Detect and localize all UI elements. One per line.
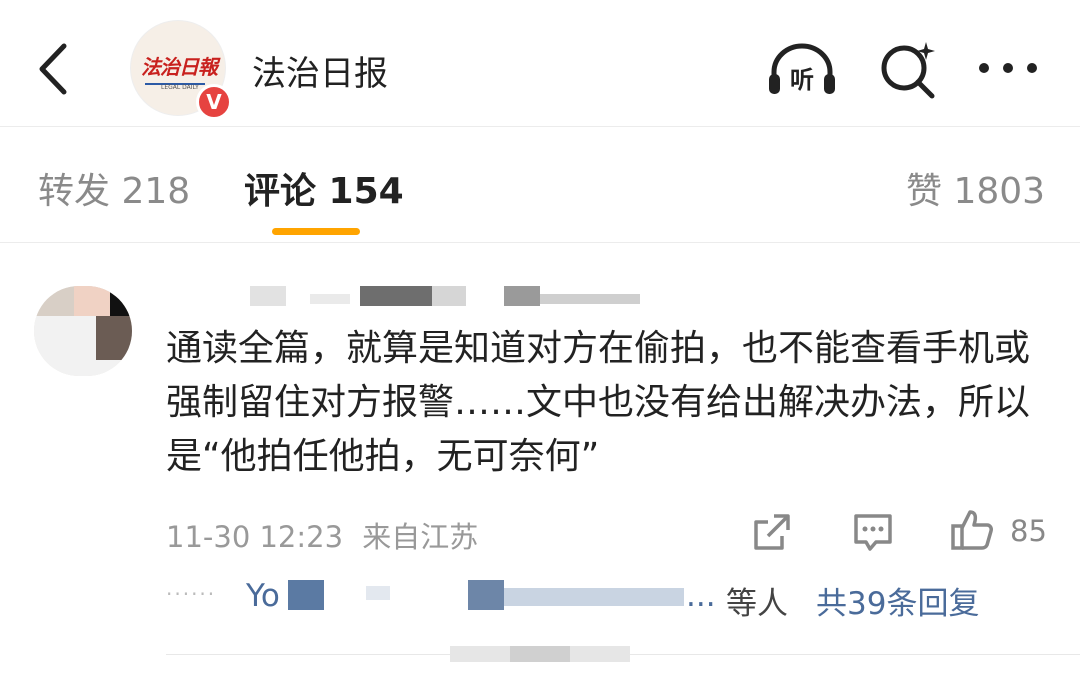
comment-meta: 11-30 12:23 来自江苏 bbox=[166, 514, 478, 556]
verified-badge: V bbox=[196, 84, 232, 120]
comment-icon[interactable] bbox=[852, 512, 894, 552]
account-name[interactable]: 法治日报 bbox=[252, 46, 388, 95]
tab-bar: 转发 218 评论 154 赞 1803 bbox=[0, 128, 1080, 242]
reply-suffix: 等人 bbox=[726, 586, 788, 622]
account-avatar[interactable]: 法治日報 LEGAL DAILY V bbox=[130, 20, 232, 120]
redacted-name-block bbox=[504, 588, 684, 606]
tab-comments[interactable]: 评论 154 bbox=[244, 162, 404, 214]
more-icon[interactable] bbox=[976, 56, 1040, 80]
comment-location: 来自江苏 bbox=[362, 520, 479, 554]
redacted-name-block bbox=[288, 580, 324, 610]
commenter-avatar[interactable] bbox=[34, 286, 132, 376]
listen-label: 听 bbox=[790, 66, 814, 94]
redacted-name-block bbox=[468, 580, 504, 610]
header-divider bbox=[0, 126, 1080, 127]
top-bar: 法治日報 LEGAL DAILY V 法治日报 听 bbox=[0, 0, 1080, 128]
back-icon[interactable] bbox=[34, 42, 74, 96]
replies-preview[interactable]: ······ Yo ... 等人 共39条回复 bbox=[166, 578, 1066, 622]
share-icon[interactable] bbox=[752, 512, 792, 552]
reply-dots: ······ bbox=[166, 582, 217, 606]
commenter-name-redacted[interactable] bbox=[250, 286, 650, 308]
tab-reposts[interactable]: 转发 218 bbox=[38, 162, 190, 214]
redacted-bottom-block bbox=[450, 646, 630, 662]
logo-subtext: LEGAL DAILY bbox=[161, 84, 199, 91]
reply-name-start: Yo bbox=[246, 578, 280, 614]
redacted-name-block bbox=[366, 586, 390, 600]
tabs-divider bbox=[0, 242, 1080, 243]
reply-names-ellipsis: ... bbox=[686, 578, 716, 614]
logo-text: 法治日報 bbox=[141, 55, 218, 79]
comment-time: 11-30 12:23 bbox=[166, 520, 344, 554]
tab-likes[interactable]: 赞 1803 bbox=[906, 162, 1045, 214]
like-count: 85 bbox=[1010, 514, 1047, 548]
search-icon[interactable] bbox=[878, 40, 938, 100]
reply-total-link[interactable]: 共39条回复 bbox=[816, 578, 979, 623]
active-tab-indicator bbox=[272, 228, 360, 235]
comment-text: 通读全篇，就算是知道对方在偷拍，也不能查看手机或强制留住对方报警……文中也没有给… bbox=[166, 328, 1031, 477]
listen-icon[interactable]: 听 bbox=[766, 42, 838, 98]
like-icon[interactable] bbox=[950, 508, 994, 552]
reply-usernames[interactable]: Yo bbox=[246, 578, 280, 614]
